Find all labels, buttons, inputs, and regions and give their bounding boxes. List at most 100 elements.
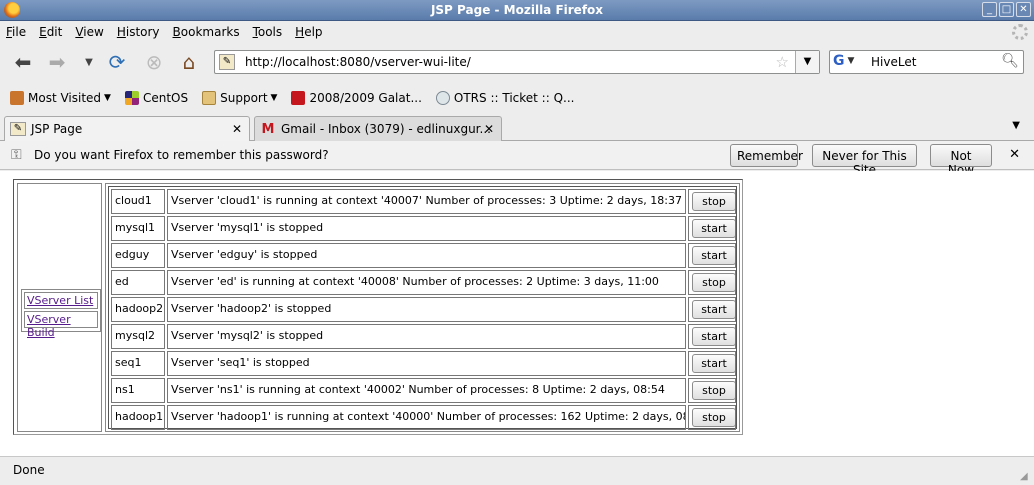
remember-button[interactable]: Remember	[730, 144, 803, 167]
tab-gmail[interactable]: M Gmail - Inbox (3079) - edlinuxgur... ✕	[254, 116, 502, 141]
vserver-status: Vserver 'hadoop1' is running at context …	[167, 405, 686, 430]
layout-table: VServer List VServer Build cloud1 Vserve…	[13, 179, 743, 435]
vserver-cell: cloud1 Vserver 'cloud1' is running at co…	[105, 183, 740, 432]
not-now-button[interactable]: Not Now	[930, 144, 992, 177]
vserver-status: Vserver 'ed' is running at context '4000…	[167, 270, 686, 295]
close-tab-icon[interactable]: ✕	[232, 122, 242, 136]
chevron-down-icon: ▼	[270, 93, 278, 103]
bookmark-centos[interactable]: CentOS	[124, 91, 188, 105]
bookmarks-toolbar: Most Visited ▼ CentOS Support ▼ 2008/200…	[0, 86, 1034, 110]
menu-tools[interactable]: Tools	[253, 25, 283, 39]
stop-button[interactable]: stop	[692, 408, 735, 427]
navigation-toolbar: ⬅ ➡ ▼ ⟳ ⊗ ⌂ ✎ http://localhost:8080/vser…	[0, 43, 1034, 81]
table-row: hadoop2 Vserver 'hadoop2' is stopped sta…	[111, 297, 736, 322]
vserver-status: Vserver 'mysql1' is stopped	[167, 216, 686, 241]
vserver-name: ns1	[111, 378, 165, 403]
status-text: Done	[13, 463, 45, 477]
table-row: ns1 Vserver 'ns1' is running at context …	[111, 378, 736, 403]
table-row: ed Vserver 'ed' is running at context '4…	[111, 270, 736, 295]
notification-message: Do you want Firefox to remember this pas…	[34, 148, 329, 162]
bookmark-most-visited[interactable]: Most Visited ▼	[10, 91, 111, 105]
action-cell: start	[688, 243, 736, 268]
tab-strip: ✎ JSP Page ✕ M Gmail - Inbox (3079) - ed…	[0, 114, 1034, 142]
close-notification-icon[interactable]: ✕	[1009, 147, 1020, 162]
stop-button[interactable]: stop	[692, 192, 735, 211]
bookmark-star-icon[interactable]: ☆	[776, 53, 789, 71]
resize-grip-icon[interactable]: ◢	[1020, 471, 1032, 483]
google-engine-icon[interactable]: G ▼	[833, 53, 863, 71]
url-dropdown-icon[interactable]: ▼	[795, 51, 819, 73]
start-button[interactable]: start	[692, 327, 735, 346]
action-cell: stop	[688, 270, 736, 295]
tab-jsp-page[interactable]: ✎ JSP Page ✕	[4, 116, 250, 142]
tab-label: Gmail - Inbox (3079) - edlinuxgur...	[281, 122, 491, 136]
never-for-this-site-button[interactable]: Never for This Site	[812, 144, 917, 177]
menu-edit[interactable]: Edit	[39, 25, 62, 39]
vserver-name: mysql1	[111, 216, 165, 241]
vserver-status: Vserver 'cloud1' is running at context '…	[167, 189, 686, 214]
table-row: cloud1 Vserver 'cloud1' is running at co…	[111, 189, 736, 214]
action-cell: start	[688, 351, 736, 376]
vserver-name: ed	[111, 270, 165, 295]
bookmark-label: 2008/2009 Galat...	[309, 91, 422, 105]
start-button[interactable]: start	[692, 246, 735, 265]
page-favicon-icon: ✎	[10, 122, 26, 136]
search-bar[interactable]: G ▼ HiveLet 🔍︎	[829, 50, 1024, 74]
chevron-down-icon: ▼	[104, 93, 111, 103]
vserver-status: Vserver 'mysql2' is stopped	[167, 324, 686, 349]
table-row: mysql1 Vserver 'mysql1' is stopped start	[111, 216, 736, 241]
bookmark-otrs[interactable]: OTRS :: Ticket :: Q...	[435, 91, 575, 105]
bookmark-label: Support	[220, 91, 268, 105]
list-all-tabs-icon[interactable]: ▼	[1012, 120, 1020, 131]
vserver-status: Vserver 'ns1' is running at context '400…	[167, 378, 686, 403]
table-row: mysql2 Vserver 'mysql2' is stopped start	[111, 324, 736, 349]
stop-button[interactable]: stop	[692, 381, 735, 400]
bookmark-support[interactable]: Support ▼	[202, 91, 277, 105]
forward-arrow-icon[interactable]: ➡	[44, 50, 70, 74]
bookmark-label: OTRS :: Ticket :: Q...	[453, 91, 575, 105]
menu-view[interactable]: View	[75, 25, 103, 39]
close-tab-icon[interactable]: ✕	[484, 122, 494, 136]
password-notification-bar: ⚿ Do you want Firefox to remember this p…	[0, 141, 1034, 177]
start-button[interactable]: start	[692, 354, 735, 373]
stop-button[interactable]: stop	[692, 273, 735, 292]
maximize-icon[interactable]: □	[999, 2, 1014, 17]
url-text[interactable]: http://localhost:8080/vserver-wui-lite/	[245, 55, 471, 69]
table-row: edguy Vserver 'edguy' is stopped start	[111, 243, 736, 268]
vserver-name: hadoop1	[111, 405, 165, 430]
stop-icon[interactable]: ⊗	[141, 50, 167, 74]
vserver-name: mysql2	[111, 324, 165, 349]
vserver-table: cloud1 Vserver 'cloud1' is running at co…	[108, 186, 737, 430]
menu-file[interactable]: File	[6, 25, 26, 39]
start-button[interactable]: start	[692, 219, 735, 238]
vserver-list-link[interactable]: VServer List	[24, 292, 98, 309]
chevron-down-icon: ▼	[847, 56, 855, 66]
window-controls: _ □ ✕	[982, 2, 1031, 17]
menu-help[interactable]: Help	[295, 25, 322, 39]
menu-history[interactable]: History	[117, 25, 160, 39]
url-bar[interactable]: ✎ http://localhost:8080/vserver-wui-lite…	[214, 50, 820, 74]
start-button[interactable]: start	[692, 300, 735, 319]
action-cell: start	[688, 297, 736, 322]
action-cell: start	[688, 216, 736, 241]
close-icon[interactable]: ✕	[1016, 2, 1031, 17]
home-icon[interactable]: ⌂	[176, 50, 202, 74]
vserver-name: edguy	[111, 243, 165, 268]
minimize-icon[interactable]: _	[982, 2, 997, 17]
table-row: hadoop1 Vserver 'hadoop1' is running at …	[111, 405, 736, 430]
status-bar: Done ◢	[0, 456, 1034, 485]
bookmark-label: Most Visited	[28, 91, 102, 105]
back-arrow-icon[interactable]: ⬅	[10, 50, 36, 74]
action-cell: stop	[688, 378, 736, 403]
site-favicon-icon: ✎	[219, 54, 235, 70]
reload-icon[interactable]: ⟳	[104, 50, 130, 74]
search-engine-label: G	[833, 53, 845, 69]
most-visited-icon	[10, 91, 24, 105]
vserver-build-link[interactable]: VServer Build	[24, 311, 98, 339]
bookmark-galatasaray[interactable]: 2008/2009 Galat...	[291, 91, 422, 105]
history-dropdown-icon[interactable]: ▼	[76, 50, 102, 74]
search-icon[interactable]: 🔍︎	[1001, 53, 1019, 69]
menu-bookmarks[interactable]: Bookmarks	[173, 25, 240, 39]
search-input[interactable]: HiveLet	[871, 55, 916, 69]
folder-icon	[202, 91, 217, 105]
